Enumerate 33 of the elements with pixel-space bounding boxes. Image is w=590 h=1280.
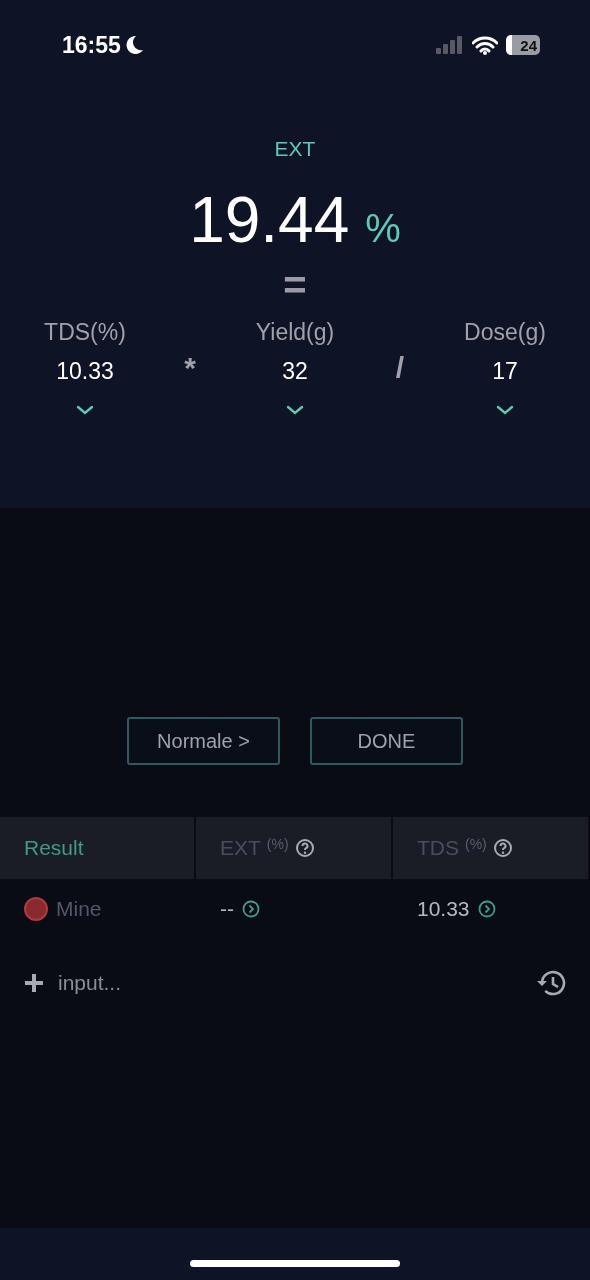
column-header[interactable]: Result [0,817,196,879]
input-label: Dose(g) [464,319,546,346]
result-value: 19.44 [189,183,350,257]
operator: * [183,351,197,385]
mode-button[interactable]: Normale > [127,717,280,765]
input-field[interactable]: input... [56,970,260,996]
result-unit: % [365,206,401,251]
row-name: Mine [56,897,102,921]
help-icon[interactable] [294,838,315,858]
equals-sign: = [283,263,307,307]
input-label: Yield(g) [255,319,335,346]
done-button[interactable]: DONE [310,717,463,765]
battery-indicator: 24 [506,35,540,55]
operator: / [394,351,406,385]
chevron-right-circle-icon[interactable] [242,900,260,918]
chevron-down-icon[interactable] [286,405,304,415]
chevron-down-icon[interactable] [76,405,94,415]
input-value[interactable]: 10.33 [56,358,114,385]
moon-icon [125,35,144,55]
chevron-right-circle-icon[interactable] [477,900,496,918]
input-value[interactable]: 32 [282,358,308,385]
input-label: TDS(%) [44,319,126,346]
help-icon[interactable] [492,838,513,858]
chevron-down-icon[interactable] [496,405,514,415]
clock: 16:55 [62,31,121,59]
wifi-icon [472,35,498,55]
signal-icon [436,36,464,54]
plus-icon[interactable] [24,973,44,993]
history-icon[interactable] [536,969,566,997]
input-value[interactable]: 17 [492,358,518,385]
table-cell: -- [220,897,234,921]
table-cell: 10.33 [417,897,470,921]
result-label: EXT [273,137,317,161]
